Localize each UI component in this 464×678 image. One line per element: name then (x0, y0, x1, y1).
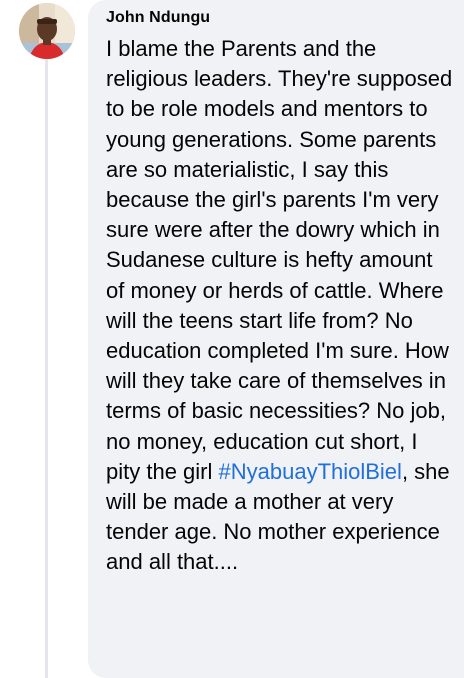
comment-bubble: John Ndungu I blame the Parents and the … (88, 0, 464, 678)
reply-thread-line (45, 58, 48, 678)
hashtag-link[interactable]: #NyabuayThiolBiel (219, 459, 402, 484)
comment-text-part-1: I blame the Parents and the religious le… (106, 36, 453, 484)
comment-author-name[interactable]: John Ndungu (106, 8, 454, 28)
comment-body: I blame the Parents and the religious le… (106, 34, 454, 578)
user-photo-icon (19, 3, 75, 59)
avatar[interactable] (19, 3, 75, 59)
